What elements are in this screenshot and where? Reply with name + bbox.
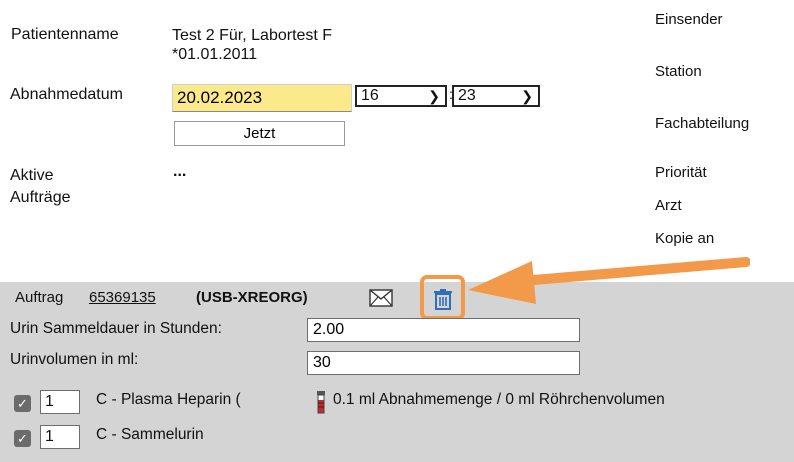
item-detail-plasma-heparin: 0.1 ml Abnahmemenge / 0 ml Röhrchenvolum…: [333, 391, 665, 408]
now-button[interactable]: Jetzt: [174, 121, 345, 146]
envelope-icon[interactable]: [369, 289, 393, 307]
priority-label: Priorität: [655, 164, 707, 181]
annotation-arrow: [468, 257, 750, 304]
active-orders-label-2: Aufträge: [10, 189, 71, 206]
active-orders-value[interactable]: ...: [173, 163, 186, 181]
collection-date-label: Abnahmedatum: [10, 86, 123, 103]
item-label-sammelurin: C - Sammelurin: [96, 426, 204, 443]
urine-volume-input[interactable]: [307, 351, 580, 375]
hour-select-value: 16: [361, 87, 379, 104]
hour-select[interactable]: 16 ❯: [355, 85, 447, 107]
patient-name-value: Test 2 Für, Labortest F: [172, 27, 333, 44]
item-checkbox-sammelurin[interactable]: ✓: [14, 430, 31, 447]
item-label-plasma-heparin: C - Plasma Heparin (: [96, 391, 241, 408]
item-checkbox-plasma-heparin[interactable]: ✓: [14, 395, 31, 412]
chevron-down-icon: ❯: [521, 88, 533, 104]
ward-label: Station: [655, 63, 702, 80]
item-quantity-plasma-heparin[interactable]: 1: [40, 390, 80, 414]
collection-duration-label: Urin Sammeldauer in Stunden:: [10, 320, 222, 337]
minute-select-value: 23: [458, 87, 476, 104]
order-number-link[interactable]: 65369135: [89, 289, 156, 306]
order-prefix: Auftrag: [15, 289, 64, 306]
collection-date-input[interactable]: [172, 84, 352, 112]
sender-label: Einsender: [655, 11, 723, 28]
doctor-label: Arzt: [655, 197, 682, 214]
trash-highlight-box: [420, 275, 465, 320]
urine-volume-label: Urinvolumen in ml:: [10, 351, 139, 368]
order-code: (USB-XREORG): [196, 289, 308, 306]
patient-name-label: Patientenname: [11, 26, 119, 43]
chevron-down-icon: ❯: [428, 88, 440, 104]
minute-select[interactable]: 23 ❯: [452, 85, 540, 107]
patient-birthdate: *01.01.2011: [172, 46, 258, 63]
blood-tube-icon: [317, 391, 325, 414]
active-orders-label-1: Aktive: [10, 167, 54, 184]
collection-duration-input[interactable]: [307, 318, 580, 342]
department-label: Fachabteilung: [655, 115, 750, 132]
item-quantity-sammelurin[interactable]: 1: [40, 425, 80, 449]
copy-to-label: Kopie an: [655, 230, 715, 247]
